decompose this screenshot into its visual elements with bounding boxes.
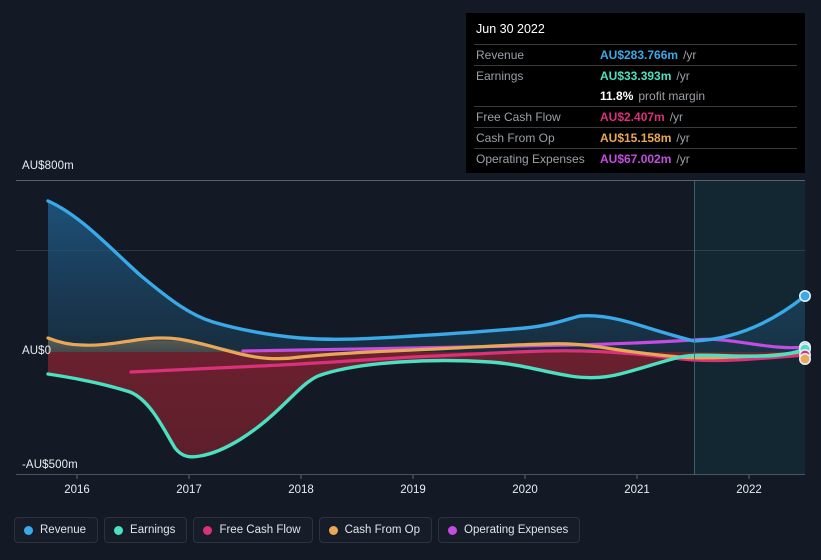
chart-legend: Revenue Earnings Free Cash Flow Cash Fro… <box>14 517 581 543</box>
legend-label-operating-expenses: Operating Expenses <box>464 524 569 536</box>
tooltip-row-cash-from-op: Cash From Op AU$15.158m /yr <box>474 127 797 148</box>
tooltip-row-revenue: Revenue AU$283.766m /yr <box>474 44 797 65</box>
legend-item-operating-expenses[interactable]: Operating Expenses <box>438 517 581 543</box>
tooltip-unit-operating-expenses: /yr <box>676 152 690 166</box>
legend-dot-free-cash-flow-icon <box>203 525 213 535</box>
tooltip-unit-revenue: /yr <box>683 48 697 62</box>
tooltip-value-cash-from-op: AU$15.158m <box>600 131 672 145</box>
legend-item-revenue[interactable]: Revenue <box>14 517 99 543</box>
tooltip-unit-free-cash-flow: /yr <box>669 110 684 124</box>
tooltip-label-revenue: Revenue <box>476 48 525 62</box>
x-axis-tick-2018: 2018 <box>288 484 314 496</box>
x-axis-tick-2016: 2016 <box>64 484 90 496</box>
x-axis-tick-2019: 2019 <box>400 484 426 496</box>
legend-label-free-cash-flow: Free Cash Flow <box>219 524 301 536</box>
tooltip-value-profit-margin: 11.8% <box>600 89 634 103</box>
legend-item-free-cash-flow[interactable]: Free Cash Flow <box>193 517 313 543</box>
tooltip-row-free-cash-flow: Free Cash Flow AU$2.407m /yr <box>474 106 797 127</box>
legend-label-cash-from-op: Cash From Op <box>344 524 421 536</box>
legend-dot-revenue-icon <box>24 525 33 535</box>
chart-tooltip: Jun 30 2022 Revenue AU$283.766m /yr Earn… <box>466 13 805 173</box>
x-axis-tick-2017: 2017 <box>176 484 202 496</box>
legend-dot-operating-expenses-icon <box>448 525 458 535</box>
tooltip-text-profit-margin: profit margin <box>638 89 706 103</box>
tooltip-label-free-cash-flow: Free Cash Flow <box>476 110 561 124</box>
y-axis-label-top: AU$800m <box>22 160 74 172</box>
tooltip-label-cash-from-op: Cash From Op <box>476 131 555 145</box>
tooltip-row-earnings: Earnings AU$33.393m /yr <box>474 65 797 86</box>
tooltip-value-earnings: AU$33.393m <box>600 69 672 83</box>
tooltip-value-free-cash-flow: AU$2.407m <box>600 110 665 124</box>
tooltip-label-operating-expenses: Operating Expenses <box>476 152 585 166</box>
tooltip-row-profit-margin: 11.8% profit margin <box>474 86 797 106</box>
x-axis-tick-2021: 2021 <box>624 484 650 496</box>
tooltip-date: Jun 30 2022 <box>476 22 545 36</box>
tooltip-unit-cash-from-op: /yr <box>676 131 690 145</box>
x-axis-tick-2022: 2022 <box>736 484 762 496</box>
tooltip-row-operating-expenses: Operating Expenses AU$67.002m /yr <box>474 148 797 169</box>
legend-label-revenue: Revenue <box>40 524 87 536</box>
tooltip-label-earnings: Earnings <box>476 69 524 83</box>
x-axis-tick-2020: 2020 <box>512 484 538 496</box>
legend-dot-earnings-icon <box>114 525 124 535</box>
legend-dot-cash-from-op-icon <box>328 525 338 535</box>
tooltip-unit-earnings: /yr <box>676 69 690 83</box>
legend-label-earnings: Earnings <box>130 524 176 536</box>
legend-item-cash-from-op[interactable]: Cash From Op <box>318 517 433 543</box>
financial-chart-page: AU$800m AU$0 -AU$500m 2016 2017 2018 201… <box>0 0 821 560</box>
y-axis-label-zero: AU$0 <box>22 345 52 357</box>
tooltip-value-operating-expenses: AU$67.002m <box>600 152 672 166</box>
legend-item-earnings[interactable]: Earnings <box>104 517 188 543</box>
tooltip-value-revenue: AU$283.766m <box>600 48 679 62</box>
x-tick-marks <box>76 475 750 479</box>
y-axis-label-bottom: -AU$500m <box>22 459 78 471</box>
